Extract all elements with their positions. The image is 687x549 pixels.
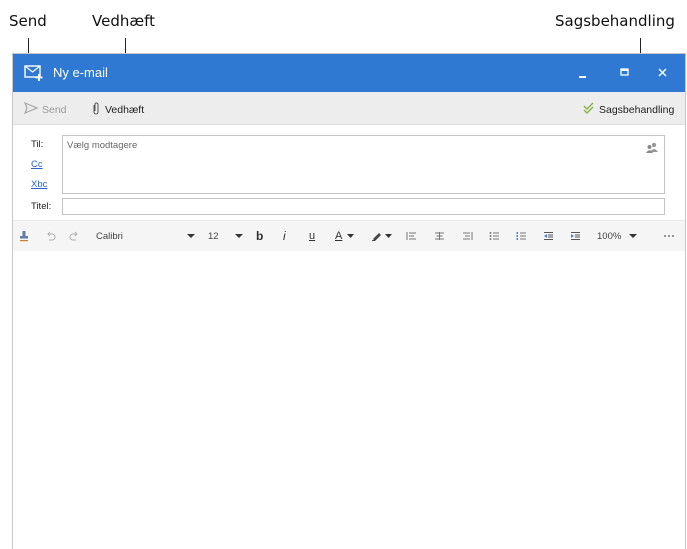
font-family-select[interactable]: Calibri — [96, 229, 123, 243]
new-mail-icon — [24, 64, 44, 86]
numbered-list-icon[interactable] — [516, 229, 527, 243]
stamp-icon[interactable] — [19, 229, 29, 243]
font-size-select[interactable]: 12 — [208, 229, 219, 243]
align-left-icon[interactable] — [406, 229, 417, 243]
increase-indent-icon[interactable] — [570, 229, 581, 243]
double-check-icon — [583, 102, 595, 117]
message-headers: Til: Cc Xbc Titel: Vælg modtagere — [13, 125, 685, 220]
highlighter-icon[interactable] — [371, 229, 383, 243]
underline-button[interactable]: u — [309, 229, 315, 243]
minimize-icon[interactable] — [575, 65, 593, 81]
bullet-list-icon[interactable] — [489, 229, 500, 243]
send-button-label: Send — [42, 103, 67, 116]
italic-button[interactable]: i — [283, 229, 286, 243]
align-center-icon[interactable] — [434, 229, 445, 243]
zoom-select[interactable]: 100% — [597, 229, 621, 243]
callout-case: Sagsbehandling — [555, 12, 675, 30]
align-right-icon[interactable] — [462, 229, 473, 243]
zoom-dropdown-icon[interactable] — [629, 229, 637, 243]
bold-button[interactable]: b — [256, 229, 263, 243]
send-icon — [23, 101, 39, 117]
to-label: Til: — [31, 139, 44, 150]
attach-button-label: Vedhæft — [105, 104, 145, 116]
recipients-placeholder: Vælg modtagere — [67, 140, 138, 151]
redo-icon[interactable] — [69, 229, 80, 243]
callout-send: Send — [9, 12, 47, 30]
undo-icon[interactable] — [45, 229, 56, 243]
recipients-field[interactable]: Vælg modtagere — [62, 135, 665, 194]
highlighter-dropdown-icon[interactable] — [385, 229, 392, 243]
bcc-link[interactable]: Xbc — [31, 179, 47, 190]
address-book-icon[interactable] — [645, 139, 659, 158]
callout-attach: Vedhæft — [92, 12, 155, 30]
font-size-dropdown-icon[interactable] — [235, 229, 243, 243]
formatting-toolbar: Calibri 12 b i u A 100% — [13, 220, 685, 252]
send-button[interactable]: Send — [23, 101, 67, 117]
case-handling-button[interactable]: Sagsbehandling — [583, 102, 674, 117]
maximize-icon[interactable] — [616, 65, 634, 81]
command-toolbar: Send Vedhæft Sagsbehandling — [13, 92, 685, 125]
window-title: Ny e-mail — [53, 65, 108, 80]
cc-link[interactable]: Cc — [31, 159, 43, 170]
font-color-button[interactable]: A — [335, 229, 342, 243]
message-body-editor[interactable] — [13, 251, 685, 549]
subject-label: Titel: — [31, 201, 52, 212]
font-color-dropdown-icon[interactable] — [347, 229, 354, 243]
email-compose-window: Ny e-mail Send Vedhæft Sagsbehandling Ti… — [12, 53, 686, 549]
title-bar: Ny e-mail — [13, 54, 685, 92]
close-icon[interactable] — [654, 65, 672, 81]
paperclip-icon — [91, 102, 101, 118]
case-handling-label: Sagsbehandling — [599, 103, 675, 116]
subject-field[interactable] — [62, 198, 665, 215]
font-family-dropdown-icon[interactable] — [187, 229, 195, 243]
decrease-indent-icon[interactable] — [543, 229, 554, 243]
more-options-icon[interactable] — [663, 229, 675, 243]
attach-button[interactable]: Vedhæft — [91, 102, 144, 118]
